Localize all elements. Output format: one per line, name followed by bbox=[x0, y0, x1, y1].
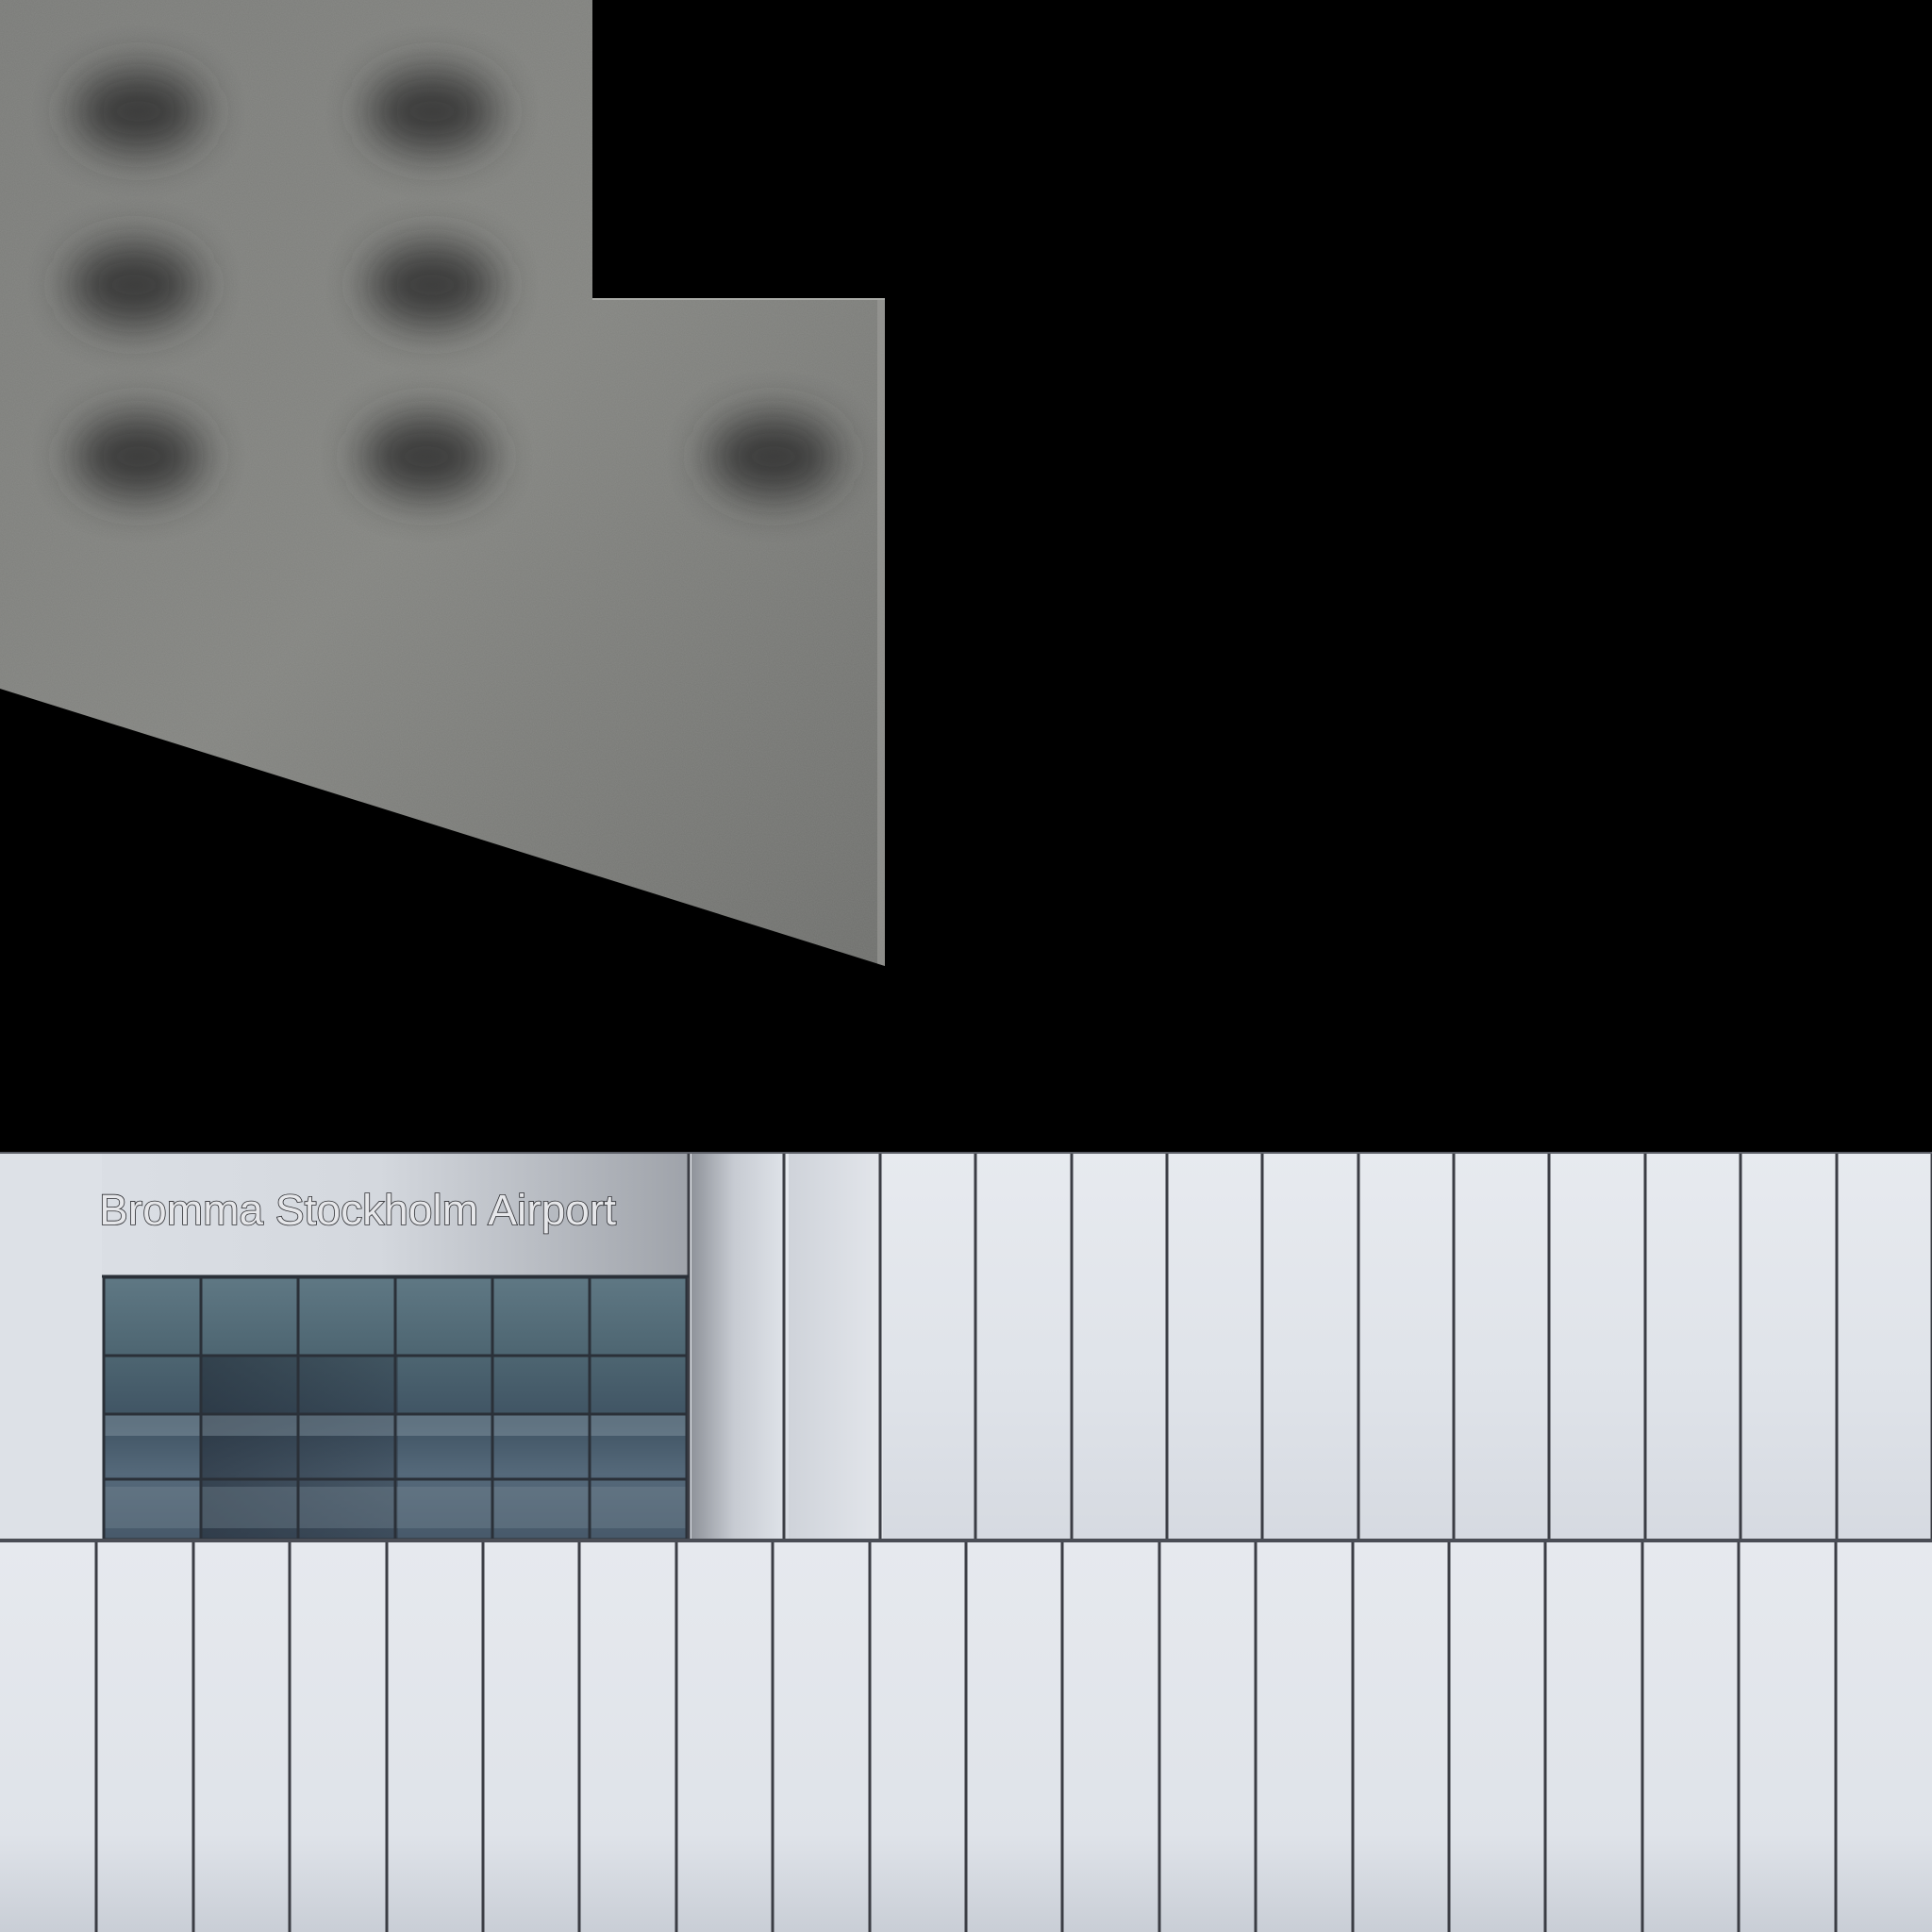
roof-vent-shadows bbox=[70, 70, 838, 498]
corner-panel bbox=[691, 1153, 786, 1540]
airport-sign-text: Bromma Stockholm Airport bbox=[99, 1186, 617, 1234]
curtain-wall-glazing bbox=[102, 1275, 689, 1541]
roof-edge-highlight bbox=[877, 298, 885, 966]
vent-shadow bbox=[368, 243, 496, 326]
vent-shadow bbox=[75, 70, 203, 153]
vent-shadow bbox=[709, 415, 838, 498]
vent-shadow bbox=[362, 415, 491, 498]
vent-shadow bbox=[75, 415, 203, 498]
texture-atlas: Bromma Stockholm Airport bbox=[0, 0, 1932, 1932]
roof-texture bbox=[0, 0, 885, 966]
corner-panel bbox=[789, 1153, 883, 1540]
sign-band-left-panel bbox=[0, 1153, 102, 1540]
vent-shadow bbox=[368, 70, 496, 153]
facade-texture: Bromma Stockholm Airport bbox=[0, 1152, 1932, 1932]
vent-shadow bbox=[70, 243, 198, 326]
